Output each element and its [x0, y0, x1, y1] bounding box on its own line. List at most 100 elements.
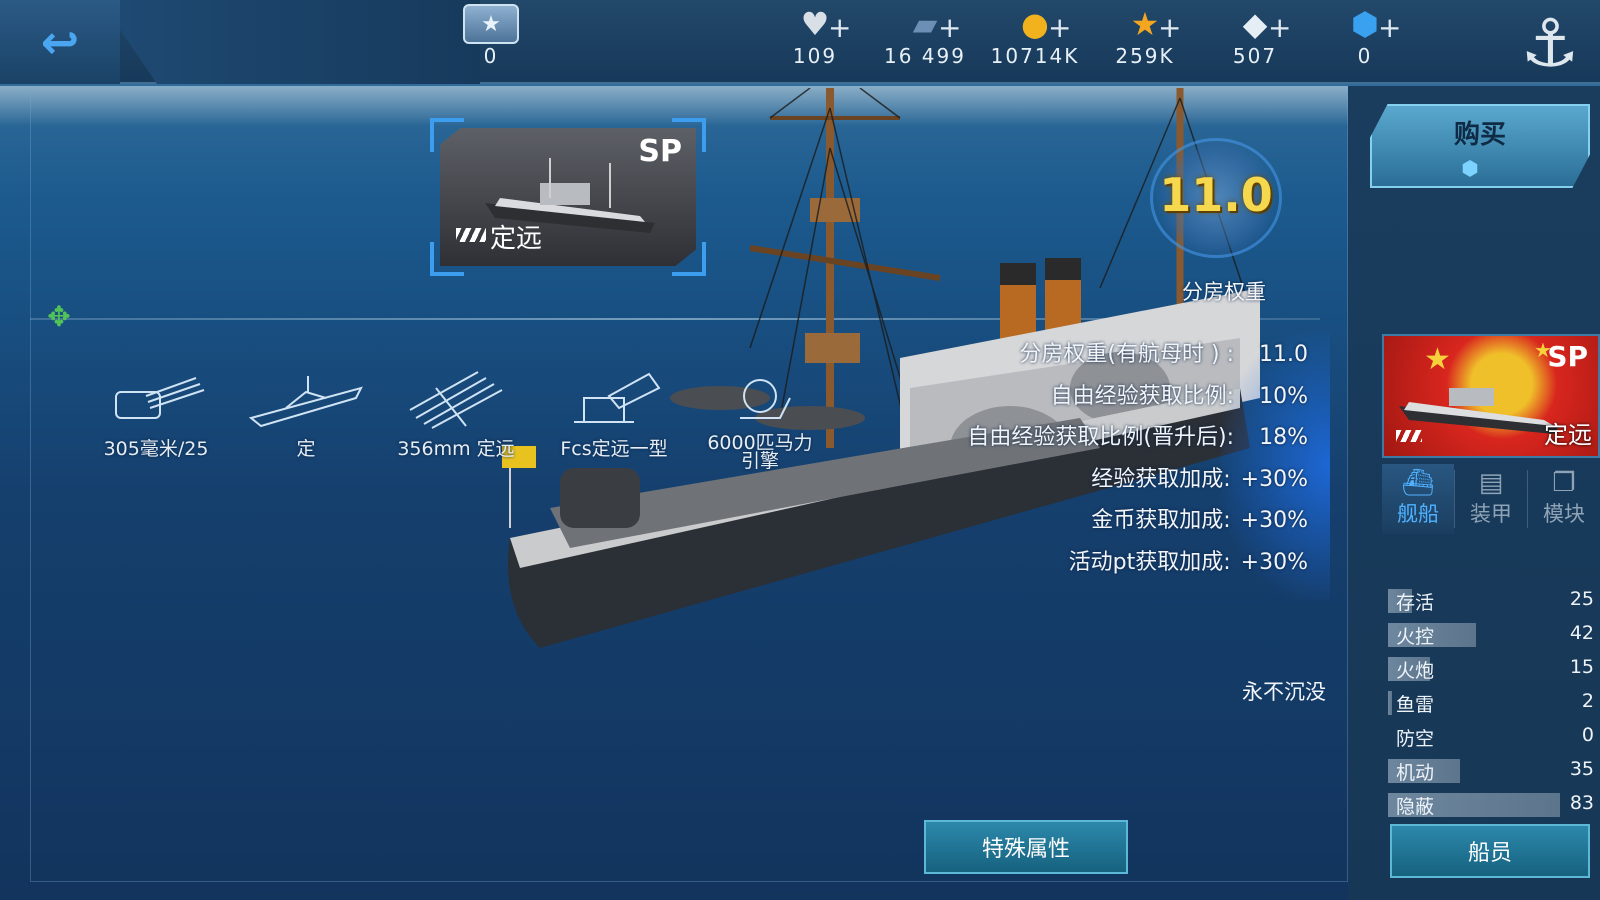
ship-icon: ⛴: [1401, 468, 1435, 498]
top-bar-ship-banner: [100, 0, 480, 84]
buy-button-label[interactable]: 购买: [1370, 114, 1590, 151]
heart-value: 109: [792, 44, 838, 68]
resource-gold[interactable]: ● + 10714K: [980, 4, 1090, 68]
add-gold-icon[interactable]: +: [1048, 14, 1071, 42]
torpedo-icon: [409, 371, 503, 429]
resource-blue-gem[interactable]: ⬢ + 0: [1310, 4, 1420, 68]
attribute-label: 活动pt获取加成:: [1068, 549, 1231, 575]
stat-value: 83: [1569, 792, 1594, 814]
weapon-label: Fcs定远一型: [560, 438, 668, 460]
tab-armor[interactable]: ▤ 装甲: [1455, 464, 1527, 534]
back-button[interactable]: ↩: [0, 0, 120, 84]
resource-card[interactable]: ▰ + 16 499: [870, 4, 980, 68]
tab-label: 装甲: [1470, 502, 1512, 526]
top-bar: ↩ ★ 0 ♥ + 109 ▰ + 16 499 ● + 10714K ★ + …: [0, 0, 1600, 84]
stat-value: 25: [1569, 588, 1594, 610]
stat-value: 15: [1569, 656, 1594, 678]
add-heart-icon[interactable]: +: [828, 14, 851, 42]
weapon-label: 356mm 定远: [397, 438, 515, 460]
flag-star-icon: ★: [1424, 342, 1451, 377]
resource-heart[interactable]: ♥ + 109: [760, 4, 870, 68]
crosshair-icon[interactable]: ✥: [44, 302, 74, 332]
resource-diamond[interactable]: ◆ + 507: [1200, 4, 1310, 68]
rank-badge-icon: ★: [463, 4, 519, 44]
blue-gem-icon: ⬢: [1351, 5, 1379, 43]
tier-stripes-icon: [456, 228, 486, 242]
stat-row: 火炮 15: [1388, 656, 1594, 682]
rating-value: 11.0: [1159, 168, 1273, 222]
blue-gem-value: 0: [1357, 44, 1373, 68]
attribute-row: 分房权重(有航母时 ) : 11.0: [967, 336, 1308, 378]
diamond-value: 507: [1232, 44, 1278, 68]
stat-value: 2: [1581, 690, 1594, 712]
add-blue-gem-icon[interactable]: +: [1378, 14, 1401, 42]
weapon-engine[interactable]: 6000匹马力引擎: [700, 368, 820, 471]
add-card-icon[interactable]: +: [938, 14, 961, 42]
stat-label: 火炮: [1396, 660, 1435, 682]
attribute-list: 分房权重(有航母时 ) : 11.0 自由经验获取比例: 10% 自由经验获取比例(…: [967, 336, 1308, 585]
stat-bar: [1388, 691, 1392, 715]
weapon-torpedo[interactable]: 356mm 定远: [396, 368, 516, 461]
weapon-fire-control[interactable]: Fcs定远一型: [554, 368, 674, 461]
gold-coin-icon: ●: [1021, 5, 1049, 43]
weapon-hull[interactable]: 定: [246, 368, 366, 461]
tab-label: 模块: [1543, 502, 1585, 526]
rank-display[interactable]: ★ 0: [456, 4, 526, 68]
ship-card-badge: SP: [638, 134, 682, 169]
crew-button[interactable]: 船员: [1390, 824, 1590, 878]
attribute-value: +30%: [1240, 508, 1308, 533]
star-value: 259K: [1115, 44, 1175, 68]
attribute-row: 经验获取加成: +30%: [967, 461, 1308, 503]
stat-row: 隐蔽 83: [1388, 792, 1594, 818]
attribute-row: 金币获取加成: +30%: [967, 502, 1308, 544]
hull-icon: [248, 376, 363, 428]
stat-label: 防空: [1396, 728, 1435, 750]
special-trait-text: 永不沉没: [1242, 680, 1326, 704]
card-icon: ▰: [912, 5, 938, 43]
attribute-value: +30%: [1240, 549, 1308, 575]
special-attributes-button[interactable]: 特殊属性: [924, 820, 1128, 874]
stat-label: 火控: [1396, 626, 1435, 648]
heart-icon: ♥: [800, 5, 830, 43]
stat-row: 存活 25: [1388, 588, 1594, 614]
detail-tabs: ⛴ 舰船 ▤ 装甲 ❐ 模块: [1382, 464, 1600, 534]
ship-card[interactable]: SP 定远: [430, 118, 706, 276]
armor-icon: ▤: [1478, 468, 1504, 498]
add-diamond-icon[interactable]: +: [1268, 14, 1291, 42]
stat-row: 防空 0: [1388, 724, 1594, 750]
anchor-home-button[interactable]: ⚓: [1508, 2, 1592, 84]
portrait-ship-name: 定远: [1544, 421, 1592, 449]
stat-row: 鱼雷 2: [1388, 690, 1594, 716]
stat-label: 存活: [1396, 592, 1435, 614]
attribute-row: 自由经验获取比例: 10%: [967, 378, 1308, 420]
tab-module[interactable]: ❐ 模块: [1528, 464, 1600, 534]
card-value: 16 499: [884, 44, 966, 68]
add-star-icon[interactable]: +: [1158, 14, 1181, 42]
attribute-value: +30%: [1240, 466, 1308, 492]
stat-label: 机动: [1396, 762, 1435, 784]
attribute-label: 金币获取加成:: [1091, 508, 1231, 533]
stat-value: 0: [1581, 724, 1594, 746]
attribute-label: 自由经验获取比例(晋升后):: [967, 425, 1234, 450]
stat-label: 鱼雷: [1396, 694, 1435, 716]
stat-label: 隐蔽: [1396, 796, 1435, 818]
ship-portrait-icon: [1399, 388, 1559, 434]
ship-portrait[interactable]: ★ ★ SP 定远: [1382, 334, 1600, 458]
star-icon: ★: [1130, 5, 1160, 43]
back-arrow-icon: ↩: [40, 15, 80, 69]
gold-value: 10714K: [990, 44, 1080, 68]
attribute-row: 自由经验获取比例(晋升后): 18%: [967, 419, 1308, 461]
stat-value: 35: [1569, 758, 1594, 780]
engine-icon: [740, 379, 791, 419]
tier-stripes-icon: [1396, 430, 1422, 442]
stat-row: 火控 42: [1388, 622, 1594, 648]
main-gun-icon: [115, 377, 205, 419]
weapon-label: 305毫米/25: [103, 438, 209, 460]
resource-star[interactable]: ★ + 259K: [1090, 4, 1200, 68]
tab-ship[interactable]: ⛴ 舰船: [1382, 464, 1454, 534]
weapon-main-gun[interactable]: 305毫米/25: [96, 368, 216, 461]
diamond-icon: ◆: [1242, 5, 1268, 43]
attribute-label: 经验获取加成:: [1091, 466, 1231, 492]
attribute-value: 10%: [1259, 383, 1308, 409]
weapon-label: 定: [296, 438, 316, 460]
